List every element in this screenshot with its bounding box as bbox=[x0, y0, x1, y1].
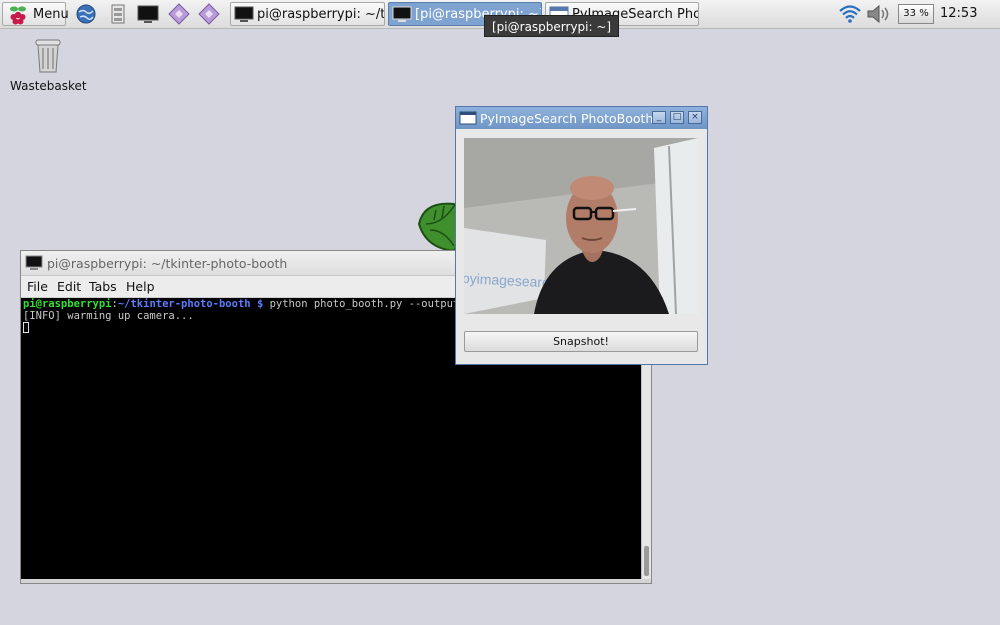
file-manager-icon[interactable] bbox=[107, 3, 129, 25]
minimize-button[interactable]: _ bbox=[652, 111, 666, 124]
menu-button[interactable]: Menu bbox=[2, 2, 69, 26]
raspberry-pi-icon bbox=[10, 6, 26, 25]
web-browser-icon[interactable] bbox=[75, 3, 97, 25]
scrollbar-thumb[interactable] bbox=[644, 546, 649, 576]
volume-icon[interactable] bbox=[866, 4, 892, 24]
terminal-icon bbox=[392, 6, 412, 22]
menu-file[interactable]: File bbox=[27, 279, 48, 294]
menu-edit[interactable]: Edit bbox=[57, 279, 81, 294]
photobooth-title: PyImageSearch PhotoBooth bbox=[480, 111, 654, 126]
terminal-icon bbox=[25, 255, 43, 270]
close-button[interactable]: × bbox=[688, 111, 702, 124]
prompt-user: pi@raspberrypi bbox=[23, 298, 112, 310]
terminal-command: python photo_booth.py --output bbox=[263, 298, 460, 310]
task-label: pi@raspberrypi: ~/tki... bbox=[257, 7, 385, 22]
menu-help[interactable]: Help bbox=[126, 279, 155, 294]
window-icon bbox=[459, 111, 477, 125]
maximize-button[interactable]: □ bbox=[670, 111, 684, 124]
terminal-cursor bbox=[23, 322, 29, 333]
mathematica-icon[interactable] bbox=[168, 3, 190, 25]
terminal-icon bbox=[234, 6, 254, 22]
task-terminal-photobooth[interactable]: pi@raspberrypi: ~/tki... bbox=[230, 2, 385, 26]
cpu-usage-monitor[interactable]: 33 % bbox=[898, 4, 934, 24]
task-tooltip: [pi@raspberrypi: ~] bbox=[484, 15, 620, 37]
photobooth-window: PyImageSearch PhotoBooth _ □ × pyimagese… bbox=[455, 106, 708, 365]
terminal-bottom-border bbox=[21, 579, 651, 583]
menu-label: Menu bbox=[33, 7, 69, 22]
trash-icon bbox=[35, 39, 61, 73]
terminal-icon[interactable] bbox=[137, 3, 159, 25]
camera-frame-image: pyimagesearch bbox=[464, 138, 698, 314]
desktop-icon-wastebasket[interactable]: Wastebasket bbox=[10, 36, 87, 93]
wifi-icon[interactable] bbox=[838, 4, 862, 24]
photobooth-titlebar[interactable]: PyImageSearch PhotoBooth _ □ × bbox=[456, 107, 707, 129]
camera-preview: pyimagesearch bbox=[464, 138, 698, 314]
desktop-icon-label: Wastebasket bbox=[10, 79, 87, 93]
menu-tabs[interactable]: Tabs bbox=[89, 279, 117, 294]
wolfram-icon[interactable] bbox=[198, 3, 220, 25]
prompt-path: ~/tkinter-photo-booth bbox=[117, 298, 251, 310]
clock[interactable]: 12:53 bbox=[940, 6, 977, 21]
terminal-title: pi@raspberrypi: ~/tkinter-photo-booth bbox=[47, 256, 288, 271]
snapshot-button[interactable]: Snapshot! bbox=[464, 331, 698, 352]
